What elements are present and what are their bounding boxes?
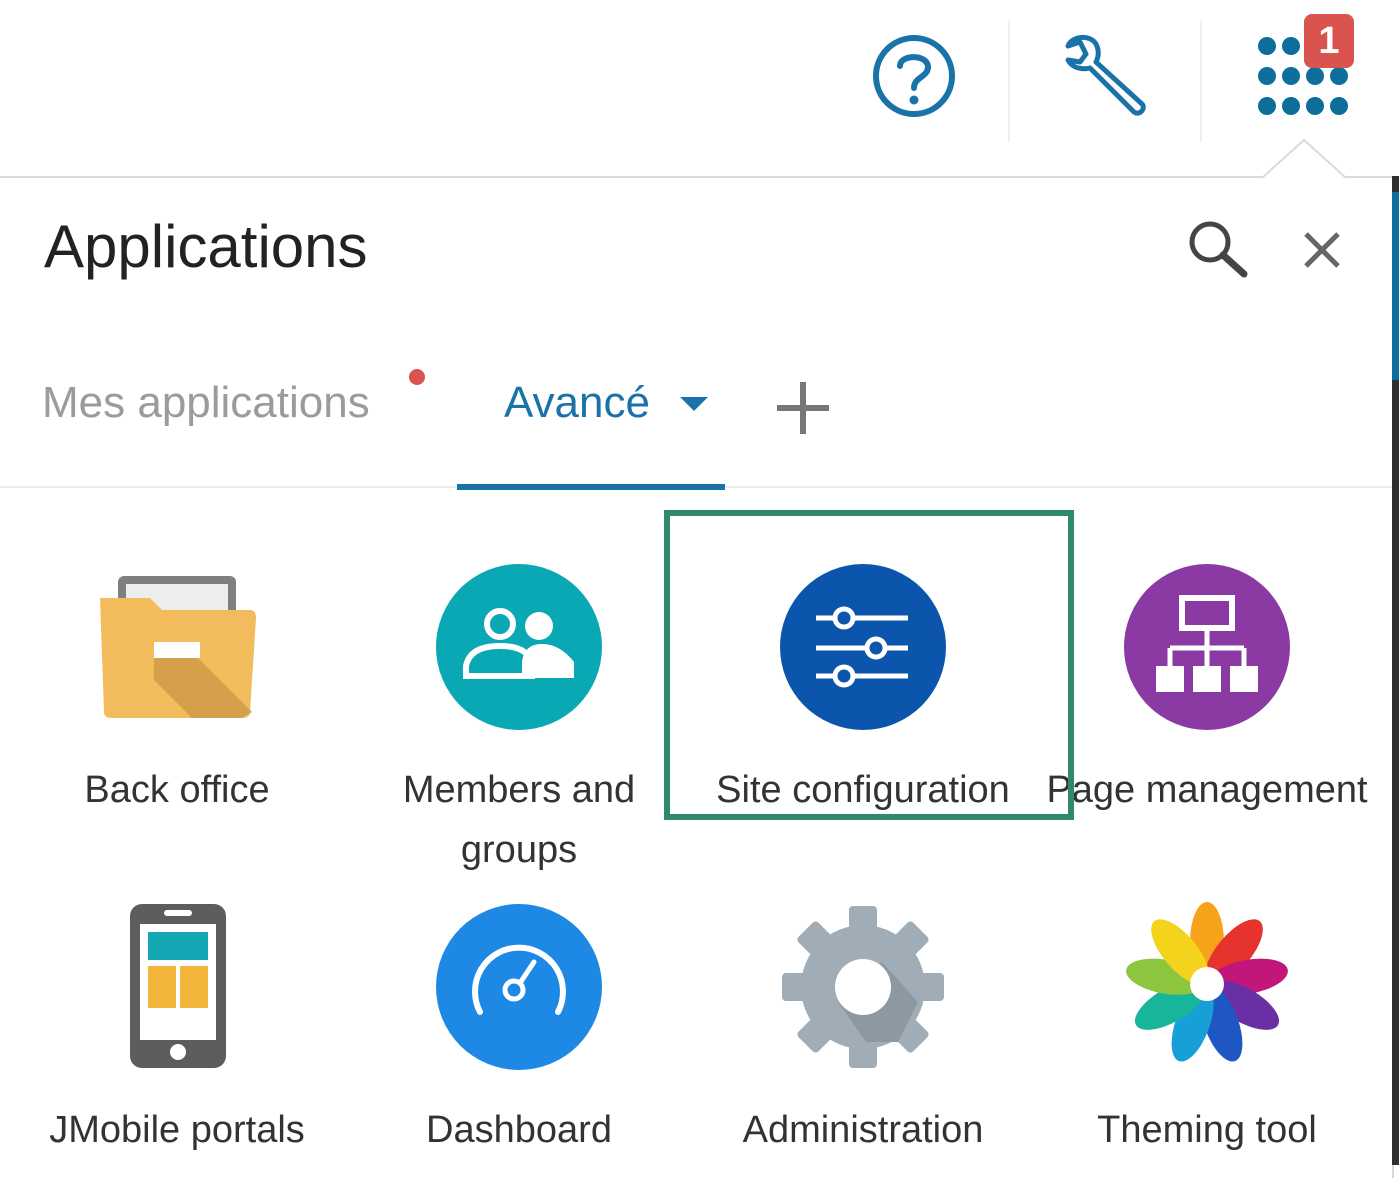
wrench-icon [1065, 35, 1146, 116]
app-back-office[interactable]: Back office [12, 562, 342, 820]
members-groups-icon [436, 564, 602, 730]
panel-caret [1262, 138, 1346, 179]
speedometer-icon [436, 904, 602, 1070]
app-label: Back office [84, 769, 270, 811]
color-flower-icon [1126, 902, 1288, 1062]
sitemap-icon [1124, 564, 1290, 730]
top-toolbar: 1 [0, 0, 1399, 175]
app-label: Members and groups [402, 769, 636, 871]
panel-title: Applications [44, 213, 368, 280]
tab-avance[interactable]: Avancé [504, 378, 650, 428]
search-icon [1189, 221, 1248, 278]
notification-dot [409, 369, 425, 385]
plus-icon [777, 382, 829, 434]
help-button[interactable] [870, 34, 958, 122]
help-circle-icon [873, 35, 955, 117]
tools-button[interactable] [1060, 32, 1154, 122]
app-dashboard[interactable]: Dashboard [354, 902, 684, 1160]
notification-badge: 1 [1304, 14, 1354, 68]
app-page-management[interactable]: Page management [1042, 562, 1372, 820]
highlight-box [664, 510, 1074, 820]
close-icon [1304, 232, 1340, 268]
close-button[interactable] [1302, 230, 1342, 275]
active-tab-indicator [457, 484, 725, 490]
app-label: Page management [1046, 769, 1368, 811]
scrollbar-thumb[interactable] [1392, 192, 1399, 380]
folder-icon [100, 576, 256, 718]
app-label: Administration [742, 1109, 984, 1151]
app-label: Dashboard [426, 1109, 612, 1151]
gear-icon [782, 906, 944, 1068]
tab-mes-applications[interactable]: Mes applications [42, 378, 370, 428]
app-label: Theming tool [1097, 1109, 1317, 1151]
app-members-and-groups[interactable]: Members and groups [354, 562, 684, 880]
mobile-phone-icon [130, 904, 226, 1068]
app-theming-tool[interactable]: Theming tool [1042, 902, 1372, 1160]
toolbar-separator [1008, 20, 1010, 142]
app-jmobile-portals[interactable]: JMobile portals [12, 902, 342, 1160]
app-administration[interactable]: Administration [698, 902, 1028, 1160]
search-button[interactable] [1186, 218, 1252, 285]
toolbar-separator [1200, 20, 1202, 142]
app-label: JMobile portals [49, 1109, 305, 1151]
add-tab-button[interactable] [775, 380, 831, 441]
chevron-down-icon[interactable] [680, 397, 708, 413]
